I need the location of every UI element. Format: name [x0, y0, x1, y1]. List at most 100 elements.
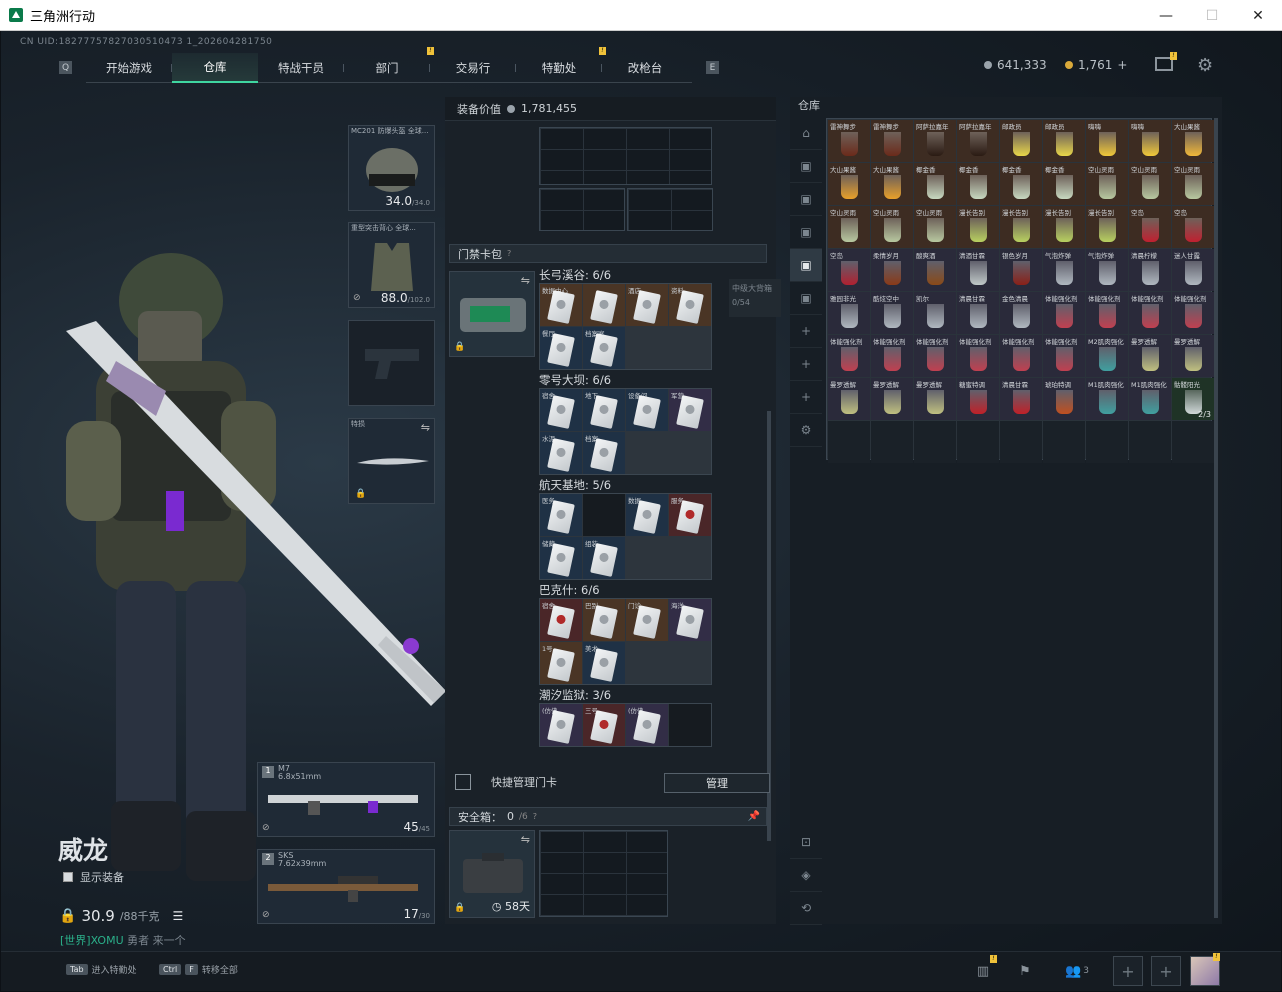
add-warehouse-icon[interactable]: +: [790, 381, 822, 414]
stash-item[interactable]: 大山果酱: [871, 163, 913, 205]
melee-slot[interactable]: 特损 ⇋ 🔒: [348, 418, 435, 504]
nav-next-key-icon[interactable]: E: [706, 61, 719, 74]
keycard-item[interactable]: [583, 284, 625, 326]
show-equipment-toggle[interactable]: 显示装备: [63, 869, 124, 885]
keycard-item[interactable]: 门诊: [626, 599, 668, 641]
stash-item[interactable]: 凯尔: [914, 292, 956, 334]
empty-stash-cell[interactable]: [871, 421, 913, 463]
help-icon[interactable]: ?: [533, 812, 537, 821]
keycard-case-slot[interactable]: ⇋ 🔒: [449, 271, 535, 357]
keycard-item[interactable]: 宿舍: [540, 599, 582, 641]
stash-item[interactable]: M1肌肉强化: [1086, 378, 1128, 420]
stash-item[interactable]: 空山灵雨: [1129, 163, 1171, 205]
stash-item[interactable]: 体能强化剂: [828, 335, 870, 377]
helmet-slot[interactable]: MC201 防爆头盔 全球... 34.0/34.0: [348, 125, 435, 211]
stash-item[interactable]: 空岛: [1129, 206, 1171, 248]
empty-stash-cell[interactable]: [957, 421, 999, 463]
warehouse-tab-3-icon[interactable]: ▣: [790, 216, 822, 249]
empty-stash-cell[interactable]: [1172, 421, 1214, 463]
keycard-item[interactable]: 数据: [626, 494, 668, 536]
empty-stash-cell[interactable]: [1086, 421, 1128, 463]
primary-weapon-slot[interactable]: 1 M7 6.8x51mm ⊘ 45/45: [257, 762, 435, 837]
add-warehouse-icon[interactable]: +: [790, 315, 822, 348]
sort-icon[interactable]: ⊡: [790, 826, 822, 859]
stash-item[interactable]: 体能强化剂: [1086, 292, 1128, 334]
gold-currency[interactable]: 1,761 +: [1065, 58, 1127, 72]
stash-item[interactable]: 曼罗透解: [1172, 335, 1214, 377]
keycard-item[interactable]: 档案室: [583, 327, 625, 369]
stash-item[interactable]: 清晨柠檬: [1129, 249, 1171, 291]
stash-item[interactable]: 空山灵雨: [1172, 163, 1214, 205]
stash-item[interactable]: 嗨嗨: [1086, 120, 1128, 162]
stash-item[interactable]: 漫长告别: [957, 206, 999, 248]
keycard-item[interactable]: 餐厅: [540, 327, 582, 369]
keycard-item[interactable]: 水泥: [540, 432, 582, 474]
nav-prev-key-icon[interactable]: Q: [59, 61, 72, 74]
checkbox[interactable]: [63, 872, 73, 882]
stash-item[interactable]: 银色岁月: [1000, 249, 1042, 291]
keycard-item[interactable]: 数据中心: [540, 284, 582, 326]
keycard-item[interactable]: 档案: [583, 432, 625, 474]
pin-icon[interactable]: 📌: [748, 811, 760, 822]
stash-item[interactable]: 曼罗透解: [871, 378, 913, 420]
flag-icon[interactable]: ⚑: [1011, 959, 1039, 983]
stash-item[interactable]: 邮政员: [1000, 120, 1042, 162]
recycle-icon[interactable]: ⟲: [790, 892, 822, 925]
add-gold-icon[interactable]: +: [1117, 58, 1127, 72]
keycard-item[interactable]: 三号: [583, 704, 625, 746]
swap-icon[interactable]: ⇋: [521, 833, 530, 846]
stash-item[interactable]: 曼罗透解: [828, 378, 870, 420]
stash-item[interactable]: 曼罗透解: [914, 378, 956, 420]
keycard-item[interactable]: 储藏: [540, 537, 582, 579]
stash-item[interactable]: 清晨甘霖: [957, 292, 999, 334]
stash-item[interactable]: 漫长告别: [1000, 206, 1042, 248]
stash-item[interactable]: 骷髅阳光 2/3: [1172, 378, 1214, 420]
keycard-item[interactable]: 美术: [583, 642, 625, 684]
backpack-grid[interactable]: [539, 127, 712, 185]
warehouse-grid[interactable]: 雷神舞步 雷神舞步 阿萨拉嘉年 阿萨拉嘉年 邮政员 邮政员 嗨嗨 嗨嗨 大山果酱 大山果酱 大山果酱…: [826, 118, 1214, 463]
keycard-item[interactable]: 资料: [669, 284, 711, 326]
stash-item[interactable]: 清晨甘霖: [1000, 378, 1042, 420]
stash-item[interactable]: 体能强化剂: [957, 335, 999, 377]
stash-item[interactable]: 体能强化剂: [1043, 335, 1085, 377]
warehouse-settings-icon[interactable]: ⚙: [790, 414, 822, 447]
add-party-slot-icon[interactable]: +: [1151, 956, 1181, 986]
stash-item[interactable]: 酷炫空中: [871, 292, 913, 334]
stash-item[interactable]: 大山果酱: [828, 163, 870, 205]
keycard-item[interactable]: 军营: [669, 389, 711, 431]
stack-icon[interactable]: ◈: [790, 859, 822, 892]
stash-item[interactable]: 迷人甘露: [1172, 249, 1214, 291]
warehouse-tab-5-icon[interactable]: ▣: [790, 282, 822, 315]
armor-slot[interactable]: 重型突击背心 全球... ⊘ 88.0/102.0: [348, 222, 435, 308]
empty-stash-cell[interactable]: [1129, 421, 1171, 463]
stash-item[interactable]: 漫长告别: [1086, 206, 1128, 248]
world-chat[interactable]: [世界]XOMU 勇者 来一个: [60, 932, 186, 948]
tab-operators[interactable]: 特战干员: [258, 53, 344, 83]
swap-icon[interactable]: ⇋: [421, 421, 430, 434]
tab-hint[interactable]: Tab 进入特勤处: [66, 963, 137, 976]
pistol-slot[interactable]: [348, 320, 435, 406]
stash-item[interactable]: 空岛: [828, 249, 870, 291]
tab-trading[interactable]: 交易行: [430, 53, 516, 83]
keycard-item[interactable]: (仿佛: [626, 704, 668, 746]
stash-item[interactable]: 雅园非光: [828, 292, 870, 334]
add-party-slot-icon[interactable]: +: [1113, 956, 1143, 986]
warehouse-tab-1-icon[interactable]: ▣: [790, 150, 822, 183]
keycard-item[interactable]: (仿佛: [540, 704, 582, 746]
safebox-grid[interactable]: [539, 830, 668, 917]
stash-item[interactable]: 清酒甘霖: [957, 249, 999, 291]
keycard-item[interactable]: 海洋: [669, 599, 711, 641]
tab-warehouse[interactable]: 仓库: [172, 53, 258, 83]
tab-gunsmith[interactable]: 改枪台: [602, 53, 688, 83]
pocket-grid-right[interactable]: [627, 188, 713, 231]
minimize-button[interactable]: —: [1143, 0, 1189, 31]
warehouse-tab-all-icon[interactable]: ⌂: [790, 117, 822, 150]
safebox-slot[interactable]: ⇋ 🔒 ◷ 58天: [449, 830, 535, 918]
stash-item[interactable]: 体能强化剂: [1172, 292, 1214, 334]
tab-start-game[interactable]: 开始游戏: [86, 53, 172, 83]
stash-item[interactable]: 气泡炸弹: [1086, 249, 1128, 291]
friends-icon[interactable]: 👥 3: [1059, 959, 1095, 983]
transfer-all-hint[interactable]: Ctrl F 转移全部: [159, 963, 238, 976]
help-icon[interactable]: ?: [507, 249, 511, 258]
stash-item[interactable]: 琥珀特调: [1043, 378, 1085, 420]
